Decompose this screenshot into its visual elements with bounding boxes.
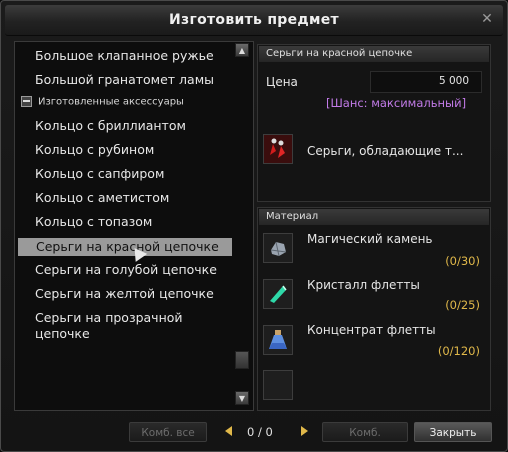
list-item-selected[interactable]: Серьги на красной цепочке (18, 238, 232, 256)
item-detail-panel: Серьги на красной цепочке Цена 5 000 [Ша… (257, 44, 491, 202)
close-icon[interactable]: ✕ (477, 9, 497, 29)
category-label: Изготовленные аксессуары (38, 96, 184, 108)
materials-panel: Материал Магический камень (0/30) Криста… (257, 207, 491, 411)
recipe-list: Большое клапанное ружье Большой гранатом… (14, 41, 254, 411)
list-item[interactable]: Большой гранатомет ламы (35, 72, 214, 87)
list-item[interactable]: Кольцо с бриллиантом (35, 118, 186, 133)
material-name: Концентрат флетты (307, 323, 436, 337)
page-indicator: 0 / 0 (247, 425, 273, 439)
material-count: (0/120) (437, 344, 480, 358)
price-value: 5 000 (438, 75, 469, 87)
list-item[interactable]: Серьги на желтой цепочке (35, 286, 214, 301)
scroll-down-icon[interactable]: ▼ (235, 391, 249, 405)
list-item[interactable]: Кольцо с аметистом (35, 190, 169, 205)
scroll-up-icon[interactable]: ▲ (235, 43, 249, 57)
empty-material-slot[interactable] (263, 370, 293, 400)
list-item[interactable]: Серьги на голубой цепочке (35, 262, 217, 277)
window-title: Изготовить предмет (169, 12, 339, 28)
price-field: 5 000 (370, 71, 482, 93)
craft-window: Изготовить предмет ✕ Большое клапанное р… (0, 0, 508, 452)
earring-icon[interactable] (263, 134, 293, 164)
magic-stone-icon[interactable] (263, 233, 293, 263)
list-item[interactable]: Серьги на прозрачной (35, 310, 183, 325)
category-accessories[interactable]: Изготовленные аксессуары (21, 96, 184, 108)
list-item[interactable]: Кольцо с сапфиром (35, 166, 164, 181)
fletta-concentrate-icon[interactable] (263, 325, 293, 355)
title-bar[interactable]: Изготовить предмет ✕ (5, 5, 503, 36)
list-item[interactable]: цепочке (35, 326, 90, 341)
collapse-icon[interactable] (21, 96, 32, 107)
page-prev-icon[interactable] (225, 426, 232, 436)
price-label: Цена (266, 75, 298, 89)
detail-header: Серьги на красной цепочке (259, 46, 489, 62)
material-count: (0/30) (445, 254, 480, 268)
scroll-thumb[interactable] (235, 351, 249, 369)
material-name: Магический камень (307, 232, 433, 246)
list-item[interactable]: Большое клапанное ружье (35, 48, 214, 63)
result-item-name: Серьги, обладающие т... (307, 144, 464, 158)
material-count: (0/25) (445, 298, 480, 312)
page-next-icon[interactable] (301, 426, 308, 436)
list-item[interactable]: Кольцо с топазом (35, 214, 152, 229)
fletta-crystal-icon[interactable] (263, 279, 293, 309)
combine-all-button[interactable]: Комб. все (129, 422, 207, 442)
list-scrollbar[interactable]: ▲ ▼ (235, 43, 249, 407)
chance-text: [Шанс: максимальный] (326, 96, 467, 110)
list-item[interactable]: Кольцо с рубином (35, 142, 154, 157)
material-name: Кристалл флетты (307, 278, 420, 292)
materials-header: Материал (259, 209, 489, 225)
close-button[interactable]: Закрыть (414, 422, 492, 442)
combine-button[interactable]: Комб. (322, 422, 408, 442)
